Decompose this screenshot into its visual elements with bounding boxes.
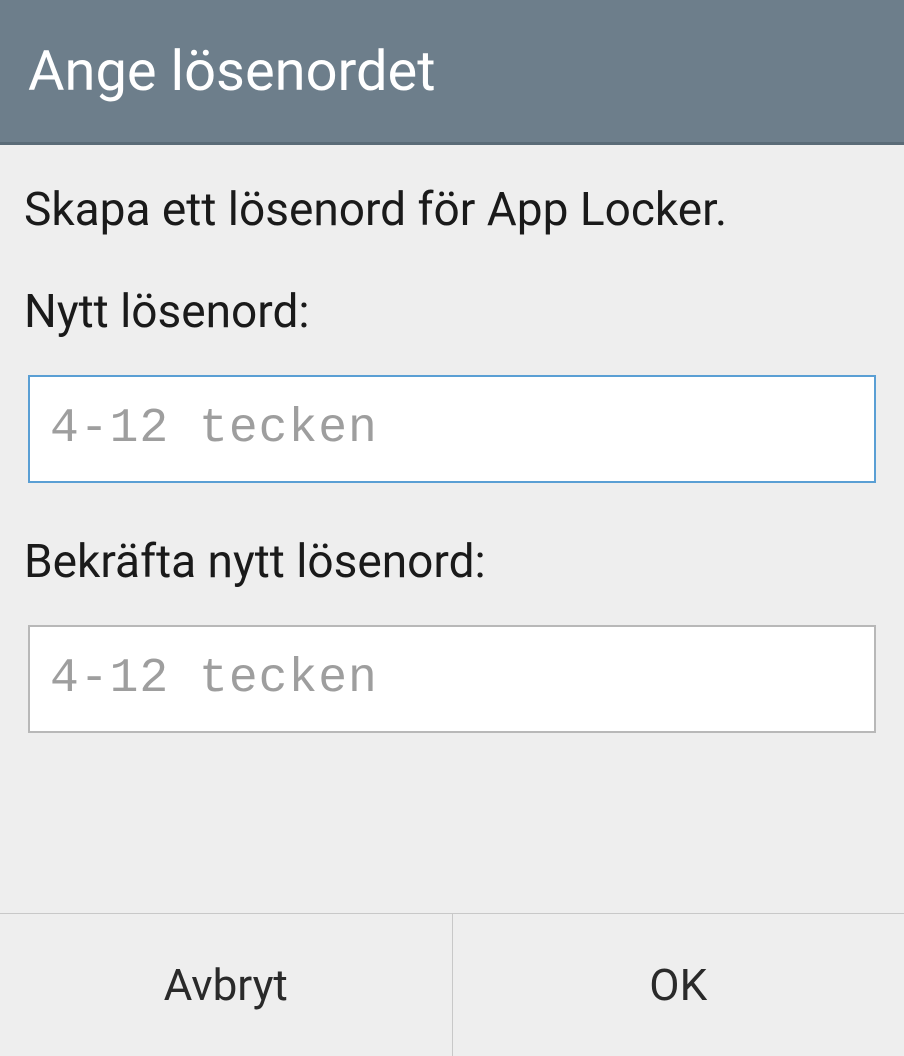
confirm-password-input[interactable] bbox=[28, 625, 876, 733]
ok-button[interactable]: OK bbox=[453, 914, 904, 1056]
button-bar: Avbryt OK bbox=[0, 913, 904, 1056]
dialog-description: Skapa ett lösenord för App Locker. bbox=[24, 183, 880, 237]
dialog-header: Ange lösenordet bbox=[0, 0, 904, 145]
new-password-input[interactable] bbox=[28, 375, 876, 483]
new-password-label: Nytt lösenord: bbox=[24, 285, 880, 339]
confirm-password-wrapper bbox=[24, 625, 880, 733]
cancel-button[interactable]: Avbryt bbox=[0, 914, 453, 1056]
dialog-content: Skapa ett lösenord för App Locker. Nytt … bbox=[0, 145, 904, 913]
dialog-title: Ange lösenordet bbox=[28, 38, 876, 104]
confirm-password-label: Bekräfta nytt lösenord: bbox=[24, 535, 880, 589]
new-password-wrapper bbox=[24, 375, 880, 483]
